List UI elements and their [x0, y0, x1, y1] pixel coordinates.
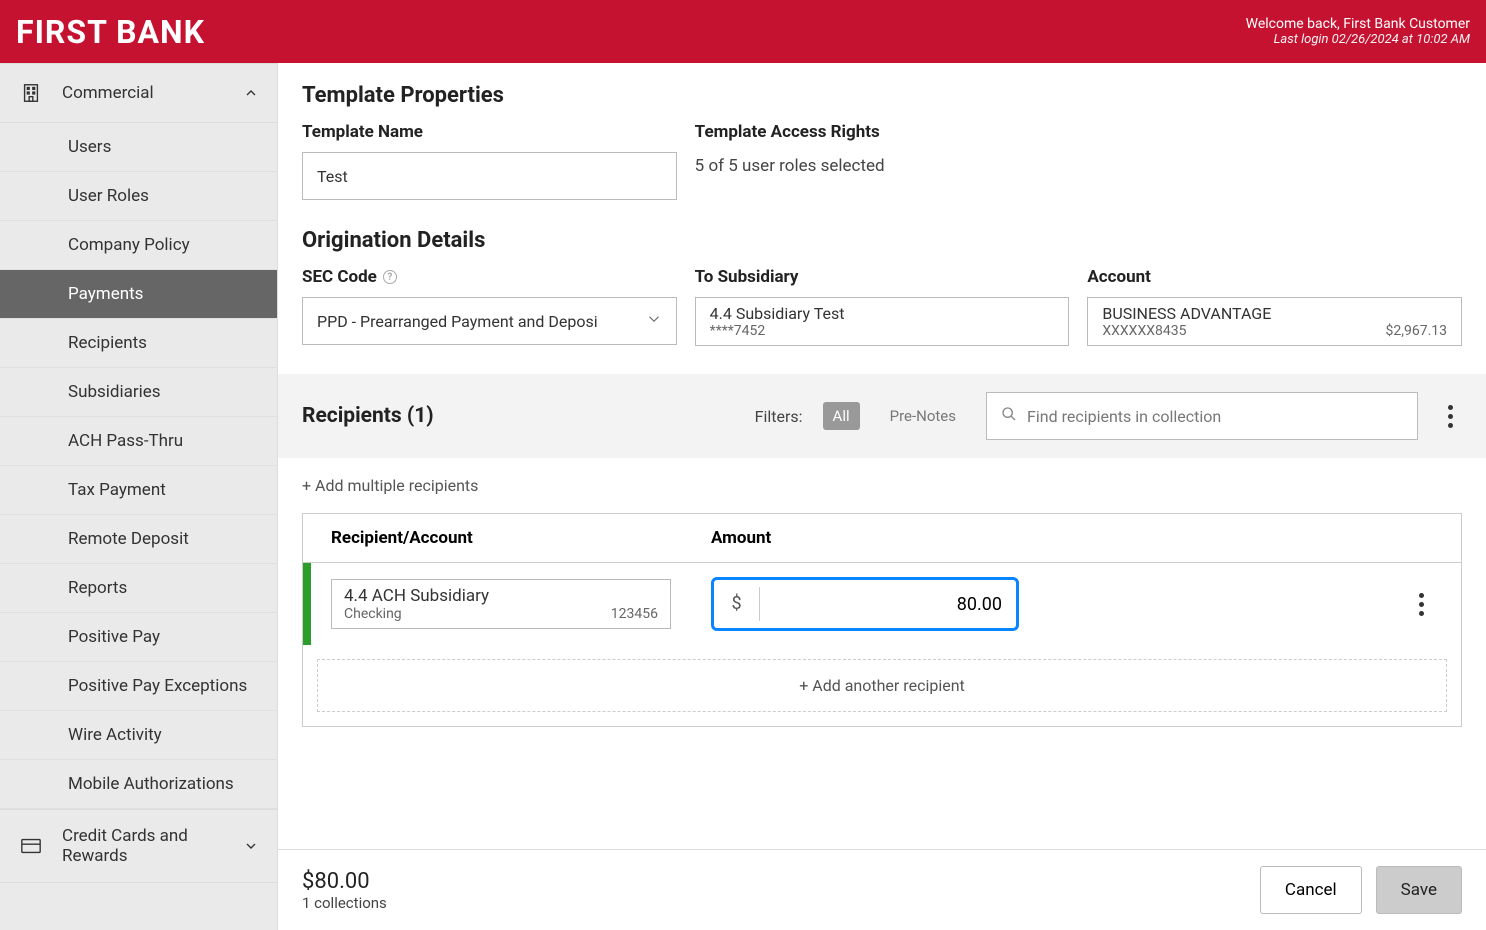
amount-field[interactable]: $: [711, 577, 1019, 631]
chevron-down-icon: [243, 838, 259, 854]
main-content: Template Properties Template Name Templa…: [278, 63, 1486, 930]
subsidiary-acct: ****7452: [710, 323, 766, 339]
sidebar-item-users[interactable]: Users: [0, 123, 277, 172]
sidebar-group-commercial[interactable]: Commercial: [0, 63, 277, 123]
sidebar-item-subsidiaries[interactable]: Subsidiaries: [0, 368, 277, 417]
footer-collections: 1 collections: [302, 894, 387, 912]
sidebar-item-user-roles[interactable]: User Roles: [0, 172, 277, 221]
access-rights-value: 5 of 5 user roles selected: [695, 152, 1070, 176]
recipient-account-select[interactable]: 4.4 ACH Subsidiary Checking 123456: [331, 579, 671, 629]
sidebar-item-company-policy[interactable]: Company Policy: [0, 221, 277, 270]
sidebar-item-payments[interactable]: Payments: [0, 270, 277, 319]
sidebar-item-ach-passthru[interactable]: ACH Pass-Thru: [0, 417, 277, 466]
card-icon: [18, 833, 44, 859]
welcome-text: Welcome back, First Bank Customer: [1246, 16, 1470, 32]
chevron-up-icon: [243, 85, 259, 101]
sidebar-item-recipients[interactable]: Recipients: [0, 319, 277, 368]
save-button[interactable]: Save: [1376, 866, 1462, 914]
col-amount: Amount: [711, 528, 951, 548]
filter-prenotes[interactable]: Pre-Notes: [880, 402, 966, 430]
sidebar: Commercial Users User Roles Company Poli…: [0, 63, 278, 930]
subsidiary-name: 4.4 Subsidiary Test: [710, 304, 1055, 323]
sidebar-group-label: Commercial: [62, 83, 243, 103]
label-sec-code: SEC Code ?: [302, 267, 677, 287]
sidebar-item-reports[interactable]: Reports: [0, 564, 277, 613]
cancel-button[interactable]: Cancel: [1260, 866, 1362, 914]
recipients-menu-button[interactable]: [1438, 405, 1462, 428]
subsidiary-select[interactable]: 4.4 Subsidiary Test ****7452: [695, 297, 1070, 346]
footer-total: $80.00: [302, 869, 387, 894]
recipients-table: Recipient/Account Amount 4.4 ACH Subsidi…: [302, 513, 1462, 727]
sidebar-item-wire-activity[interactable]: Wire Activity: [0, 711, 277, 760]
account-balance: $2,967.13: [1385, 323, 1447, 339]
sidebar-group-credit[interactable]: Credit Cards and Rewards: [0, 809, 277, 883]
template-name-input[interactable]: [302, 152, 677, 200]
help-icon[interactable]: ?: [383, 270, 397, 284]
filters-label: Filters:: [755, 407, 803, 426]
account-number: XXXXXX8435: [1102, 323, 1186, 339]
sidebar-item-positive-pay[interactable]: Positive Pay: [0, 613, 277, 662]
label-account: Account: [1087, 267, 1462, 287]
sidebar-group-label: Credit Cards and Rewards: [62, 826, 243, 866]
label-to-subsidiary: To Subsidiary: [695, 267, 1070, 287]
header-user-info: Welcome back, First Bank Customer Last l…: [1246, 16, 1470, 47]
last-login-text: Last login 02/26/2024 at 10:02 AM: [1246, 32, 1470, 47]
recipient-number: 123456: [611, 606, 658, 622]
logo: FIRST BANK: [16, 13, 205, 51]
section-title-origination: Origination Details: [302, 228, 1462, 253]
label-template-name: Template Name: [302, 122, 677, 142]
recipients-title: Recipients (1): [302, 404, 434, 428]
col-recipient: Recipient/Account: [331, 528, 671, 548]
account-name: BUSINESS ADVANTAGE: [1102, 304, 1447, 323]
sidebar-item-tax-payment[interactable]: Tax Payment: [0, 466, 277, 515]
footer-bar: $80.00 1 collections Cancel Save: [278, 849, 1486, 930]
recipient-row: 4.4 ACH Subsidiary Checking 123456 $: [303, 563, 1461, 645]
label-access-rights: Template Access Rights: [695, 122, 1070, 142]
sidebar-item-positive-pay-exceptions[interactable]: Positive Pay Exceptions: [0, 662, 277, 711]
sidebar-item-remote-deposit[interactable]: Remote Deposit: [0, 515, 277, 564]
account-select[interactable]: BUSINESS ADVANTAGE XXXXXX8435 $2,967.13: [1087, 297, 1462, 346]
row-menu-button[interactable]: [1409, 593, 1433, 616]
recipients-toolbar: Recipients (1) Filters: All Pre-Notes: [278, 374, 1486, 458]
building-icon: [18, 80, 44, 106]
section-title-template-properties: Template Properties: [302, 83, 1462, 108]
amount-input[interactable]: [760, 594, 1016, 615]
app-header: FIRST BANK Welcome back, First Bank Cust…: [0, 0, 1486, 63]
search-recipients[interactable]: [986, 392, 1418, 440]
search-input[interactable]: [1027, 407, 1403, 426]
recipient-type: Checking: [344, 606, 402, 622]
filter-all[interactable]: All: [823, 402, 860, 430]
add-multiple-recipients-link[interactable]: + Add multiple recipients: [302, 458, 1462, 513]
sidebar-item-mobile-authorizations[interactable]: Mobile Authorizations: [0, 760, 277, 809]
currency-symbol: $: [714, 587, 760, 621]
add-another-recipient-button[interactable]: + Add another recipient: [317, 659, 1447, 712]
recipient-name: 4.4 ACH Subsidiary: [344, 586, 658, 606]
search-icon: [1001, 406, 1017, 426]
sec-code-select[interactable]: PPD - Prearranged Payment and Deposi: [302, 297, 677, 345]
